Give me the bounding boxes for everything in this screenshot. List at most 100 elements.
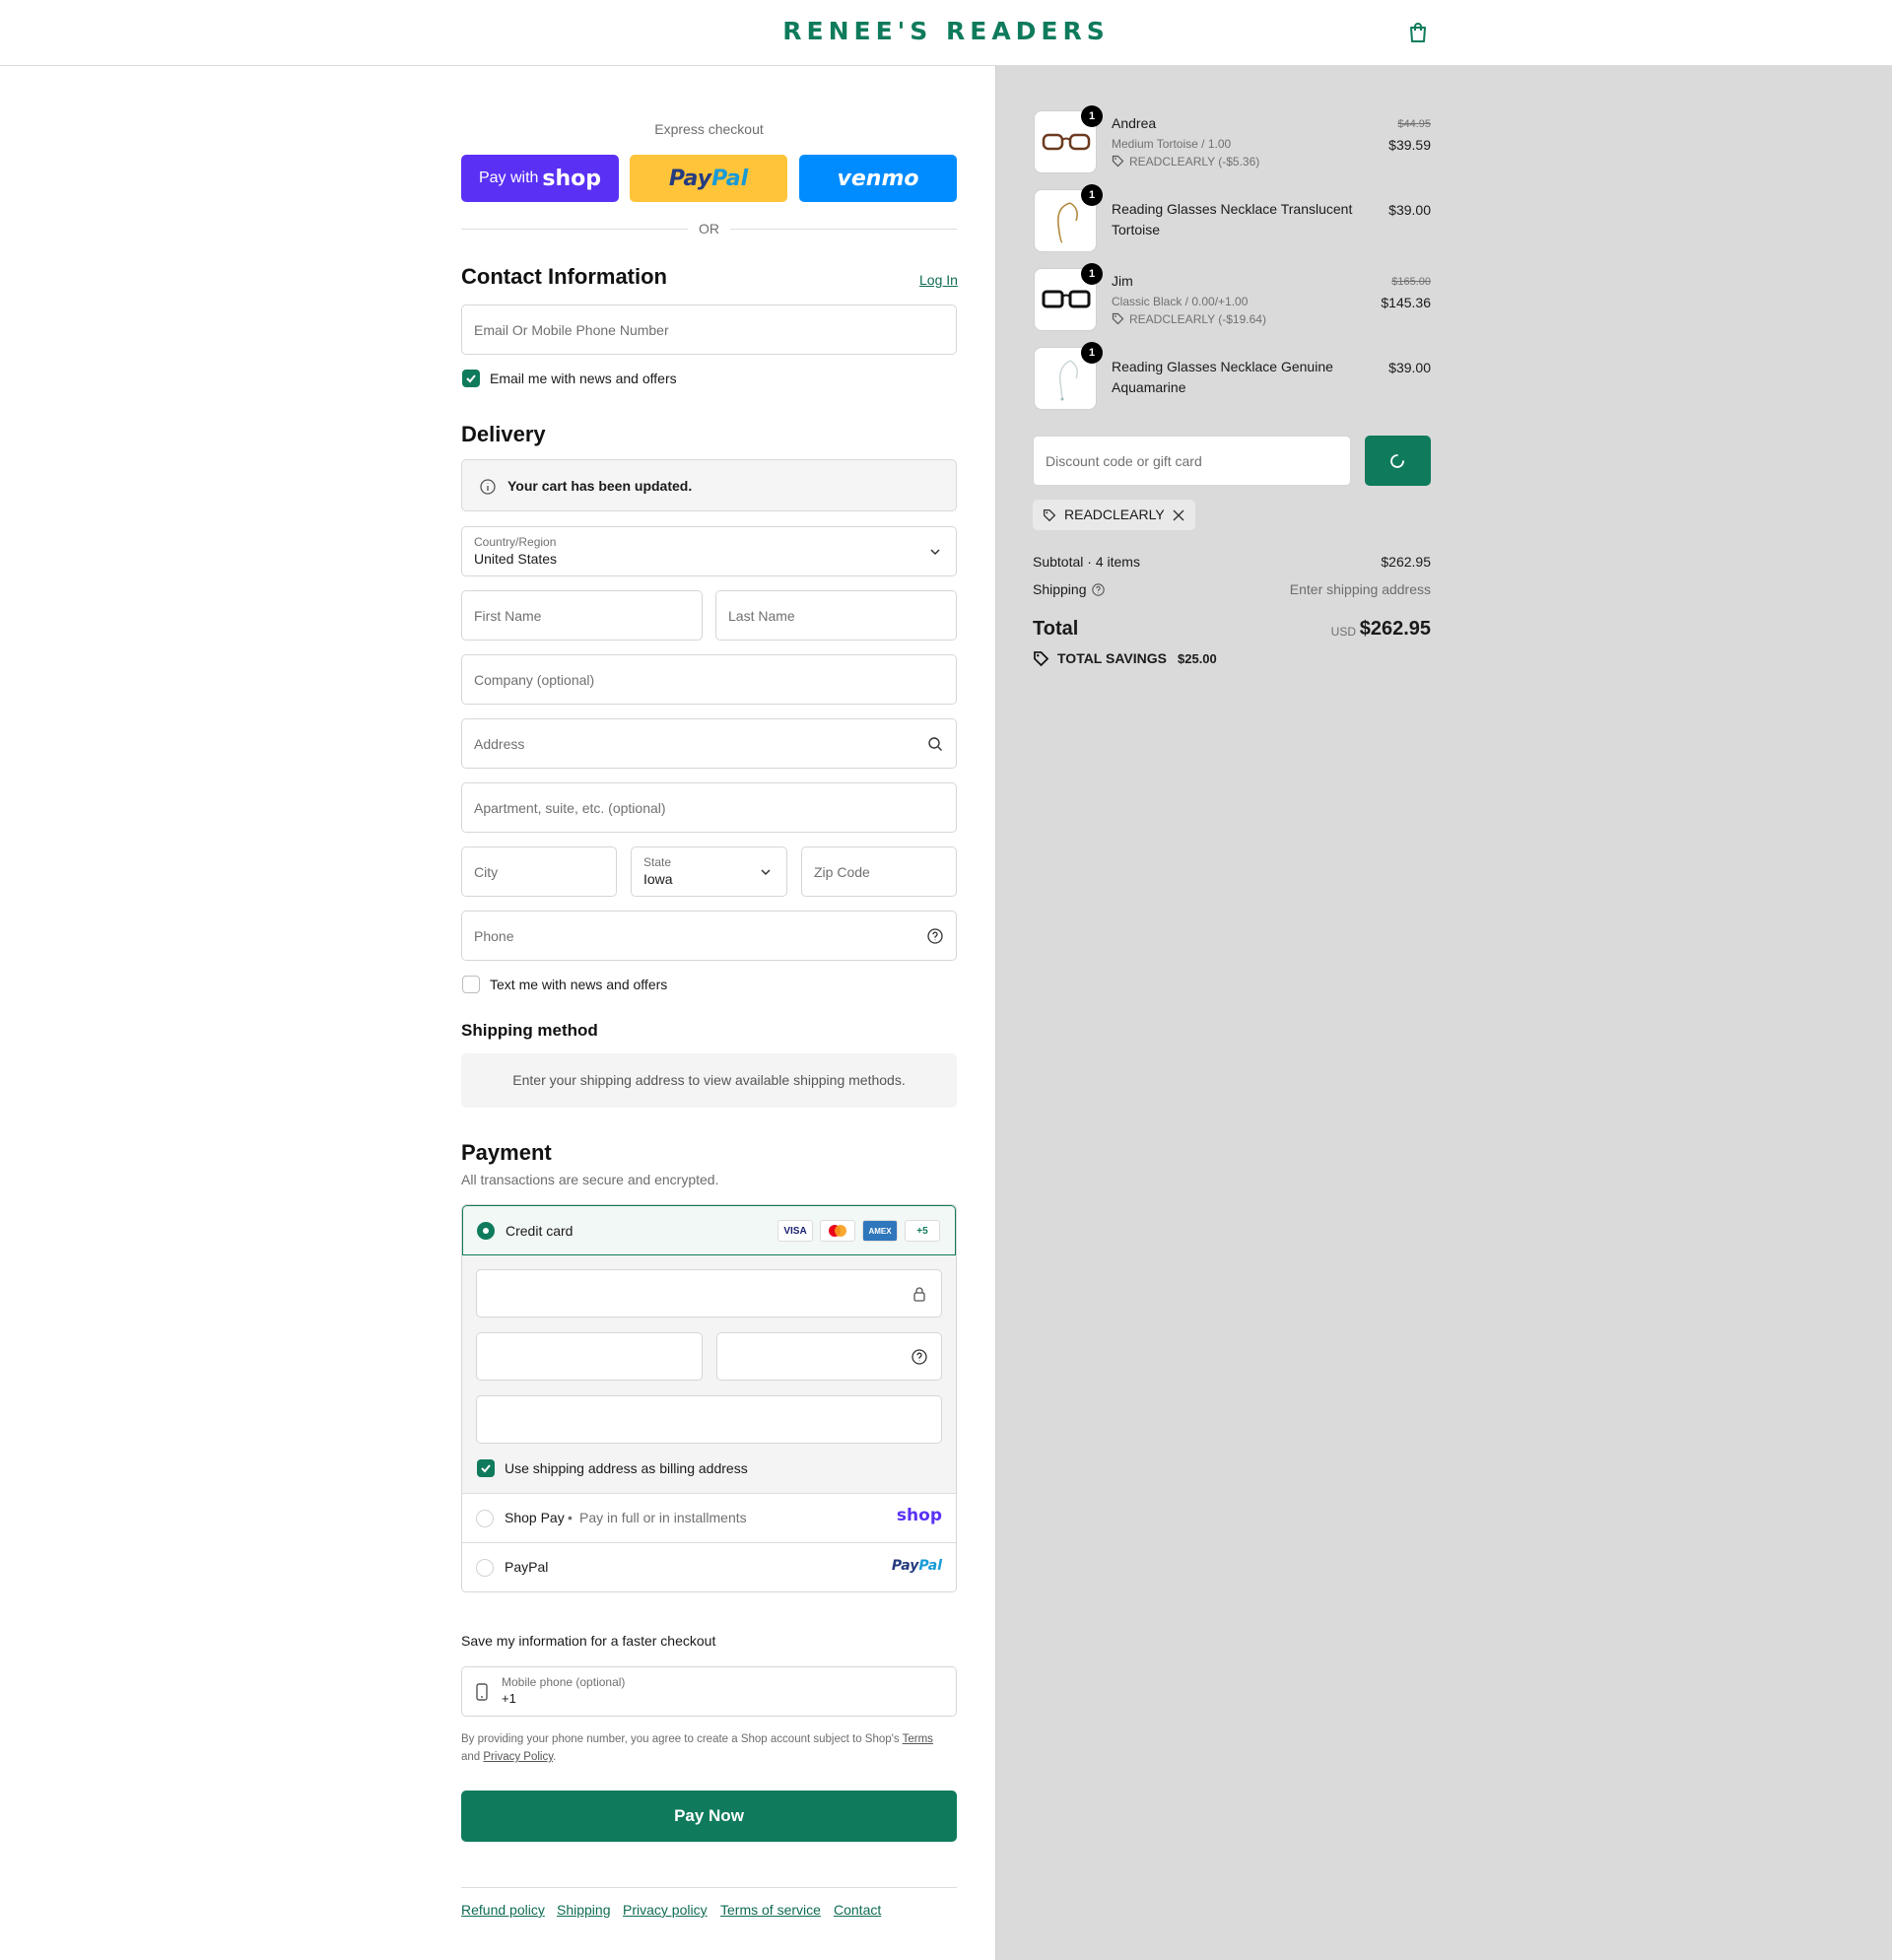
pay-now-button[interactable]: Pay Now [461, 1791, 957, 1842]
save-phone-field[interactable]: Mobile phone (optional) +1 [461, 1666, 957, 1717]
or-divider: OR [461, 219, 957, 238]
item-name-line-2: Aquamarine [1112, 379, 1186, 395]
name-on-card-field[interactable] [476, 1395, 942, 1444]
email-news-checkbox[interactable] [462, 370, 480, 387]
payment-title: Payment [461, 1140, 552, 1165]
credit-card-label: Credit card [506, 1223, 574, 1239]
visa-icon: VISA [777, 1220, 813, 1242]
city-field[interactable]: City [461, 846, 617, 897]
help-icon[interactable] [927, 928, 943, 944]
lock-icon [913, 1287, 925, 1302]
item-variant: Classic Black / 0.00/+1.00 [1112, 295, 1249, 308]
shopping-bag-icon[interactable] [1408, 22, 1428, 43]
item-price: $145.36 [1381, 295, 1431, 310]
chevron-down-icon [761, 869, 771, 876]
text-news-label: Text me with news and offers [490, 977, 668, 992]
visa-label: VISA [783, 1225, 807, 1237]
save-phone-value: +1 [502, 1691, 516, 1706]
amex-icon: AMEX [862, 1220, 898, 1242]
help-icon[interactable] [1092, 583, 1105, 596]
footer-link-privacy[interactable]: Privacy policy [623, 1902, 708, 1918]
quantity-badge: 1 [1081, 263, 1103, 285]
email-field[interactable]: Email Or Mobile Phone Number [461, 304, 957, 355]
shop-pay-radio[interactable] [476, 1510, 494, 1527]
first-name-placeholder: First Name [474, 608, 542, 624]
city-placeholder: City [474, 864, 499, 880]
necklace-icon [1059, 360, 1078, 401]
quantity-badge: 1 [1081, 184, 1103, 206]
country-select[interactable]: Country/Region United States [461, 526, 957, 576]
discount-code-field[interactable]: Discount code or gift card [1033, 436, 1351, 486]
shop-pay-option[interactable]: Shop Pay • Pay in full or in installment… [462, 1494, 956, 1543]
shop-wordmark: shop [542, 166, 602, 191]
security-code-field[interactable] [716, 1332, 942, 1381]
address-placeholder: Address [474, 736, 525, 752]
tag-icon [1034, 651, 1049, 667]
item-discount: READCLEARLY (-$5.36) [1129, 155, 1260, 169]
cart-updated-notice: Your cart has been updated. [461, 459, 957, 511]
legal-text-1: By providing your phone number, you agre… [461, 1733, 900, 1745]
cart-updated-text: Your cart has been updated. [507, 478, 693, 494]
paypal-express-button[interactable]: Pay Pal [630, 155, 787, 202]
privacy-link[interactable]: Privacy Policy [483, 1751, 553, 1763]
apartment-placeholder: Apartment, suite, etc. (optional) [474, 800, 666, 816]
billing-same-checkbox[interactable] [477, 1459, 495, 1477]
credit-card-option[interactable]: Credit card VISA AMEX +5 [462, 1205, 956, 1255]
apply-discount-button[interactable] [1365, 436, 1431, 486]
item-name: Jim [1112, 273, 1133, 289]
store-logo[interactable]: RENEE'S READERS [0, 17, 1892, 45]
expiry-field[interactable] [476, 1332, 703, 1381]
country-label: Country/Region [474, 535, 557, 549]
text-news-checkbox[interactable] [462, 976, 480, 993]
card-number-field[interactable] [476, 1269, 942, 1318]
zip-field[interactable]: Zip Code [801, 846, 957, 897]
phone-field[interactable]: Phone [461, 911, 957, 961]
login-link[interactable]: Log In [919, 272, 958, 288]
item-original-price: $44.95 [1397, 118, 1431, 130]
paypal-logo: PayPal [892, 1558, 942, 1574]
last-name-placeholder: Last Name [728, 608, 795, 624]
paypal-logo-b: Pal [918, 1558, 942, 1574]
close-icon[interactable] [1173, 509, 1184, 521]
footer-link-contact[interactable]: Contact [834, 1902, 881, 1918]
last-name-field[interactable]: Last Name [715, 590, 957, 641]
total-savings-label: TOTAL SAVINGS [1057, 650, 1167, 666]
legal-text-3: . [553, 1751, 557, 1763]
state-select[interactable]: State Iowa [631, 846, 787, 897]
help-icon[interactable] [912, 1349, 927, 1365]
item-discount: READCLEARLY (-$19.64) [1129, 312, 1266, 326]
item-price: $39.00 [1388, 360, 1431, 375]
apartment-field[interactable]: Apartment, suite, etc. (optional) [461, 782, 957, 833]
shop-logo: shop [896, 1506, 942, 1525]
address-field[interactable]: Address [461, 718, 957, 769]
tag-icon [1112, 155, 1124, 168]
mobile-phone-icon [476, 1683, 488, 1701]
quantity-badge: 1 [1081, 342, 1103, 364]
credit-card-form: Use shipping address as billing address [462, 1255, 956, 1494]
venmo-wordmark: venmo [837, 166, 919, 191]
shop-pay-express-button[interactable]: Pay with shop [461, 155, 619, 202]
amex-label: AMEX [868, 1226, 892, 1236]
delivery-title: Delivery [461, 422, 546, 446]
footer-link-shipping[interactable]: Shipping [557, 1902, 611, 1918]
credit-card-radio[interactable] [477, 1222, 495, 1240]
mastercard-icon [820, 1220, 855, 1242]
item-name-line-1: Reading Glasses Necklace Genuine [1112, 359, 1333, 374]
legal-text-2: and [461, 1751, 481, 1763]
item-price: $39.00 [1388, 202, 1431, 218]
currency-code: USD [1330, 625, 1356, 639]
paypal-option[interactable]: PayPal PayPal [462, 1543, 956, 1591]
shop-pay-label: Shop Pay [505, 1510, 565, 1525]
company-field[interactable]: Company (optional) [461, 654, 957, 705]
terms-link[interactable]: Terms [903, 1733, 933, 1745]
billing-same-label: Use shipping address as billing address [505, 1460, 748, 1476]
paypal-radio[interactable] [476, 1559, 494, 1577]
item-name-line-2: Tortoise [1112, 222, 1161, 237]
venmo-express-button[interactable]: venmo [799, 155, 957, 202]
footer-link-terms[interactable]: Terms of service [720, 1902, 821, 1918]
footer-link-refund[interactable]: Refund policy [461, 1902, 545, 1918]
info-icon [480, 479, 496, 495]
state-label: State [643, 855, 672, 869]
first-name-field[interactable]: First Name [461, 590, 703, 641]
save-phone-label: Mobile phone (optional) [502, 1675, 626, 1689]
